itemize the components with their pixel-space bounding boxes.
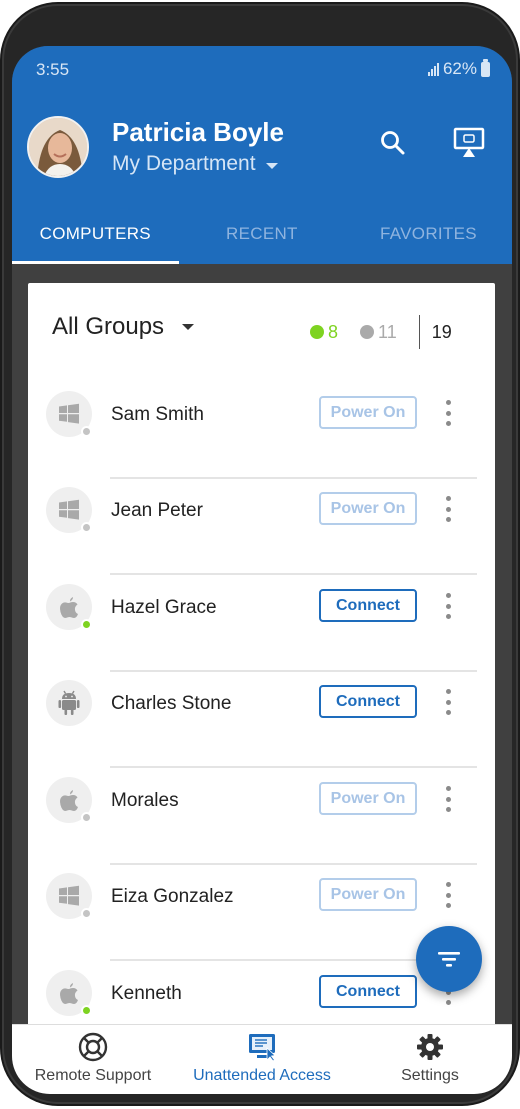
more-options-icon[interactable] [444, 786, 452, 812]
status-dot [81, 908, 92, 919]
computer-name: Morales [111, 790, 179, 811]
battery-icon [481, 58, 490, 77]
online-dot-icon [310, 325, 324, 339]
status-indicators: 62% [427, 58, 490, 79]
search-button[interactable] [378, 128, 408, 158]
tab-recent[interactable]: RECENT [179, 218, 346, 264]
bottom-navigation: Remote Support Unattended Access Setting… [12, 1024, 512, 1094]
avatar[interactable] [27, 116, 89, 178]
battery-percent: 62% [442, 59, 477, 78]
status-dot [81, 619, 92, 630]
computer-row[interactable]: Morales Power On [28, 769, 495, 865]
more-options-icon[interactable] [444, 593, 452, 619]
connect-button[interactable]: Connect [319, 685, 417, 718]
nav-remote-support[interactable]: Remote Support [30, 1031, 156, 1085]
offline-dot-icon [360, 325, 375, 339]
online-count-value: 8 [328, 321, 339, 342]
offline-count-value: 11 [378, 321, 397, 342]
power-on-button[interactable]: Power On [319, 396, 417, 429]
computer-name: Sam Smith [111, 404, 204, 425]
status-counts: 8 11 19 [310, 315, 452, 349]
computer-row[interactable]: Charles Stone Connect [28, 672, 495, 768]
search-icon [381, 131, 405, 155]
user-name: Patricia Boyle [112, 117, 284, 147]
more-options-icon[interactable] [444, 882, 452, 908]
status-dot [81, 426, 92, 437]
status-dot [81, 812, 92, 823]
power-on-button[interactable]: Power On [319, 782, 417, 815]
total-count[interactable]: 19 [432, 322, 452, 343]
offline-count[interactable]: 11 [360, 322, 397, 343]
status-time: 3:55 [36, 60, 70, 79]
monitor-icon [249, 1034, 276, 1062]
computer-name: Kenneth [111, 983, 182, 1004]
status-dot [81, 1005, 92, 1016]
signal-icon [427, 62, 439, 76]
more-options-icon[interactable] [444, 689, 452, 715]
chevron-down-icon [265, 162, 278, 169]
power-on-button[interactable]: Power On [319, 492, 417, 525]
more-options-icon[interactable] [444, 400, 452, 426]
computer-row[interactable]: Sam Smith Power On [28, 383, 495, 479]
lifebuoy-icon [78, 1032, 108, 1062]
group-label: All Groups [52, 313, 165, 340]
divider [110, 766, 477, 768]
computer-name: Eiza Gonzalez [111, 886, 234, 907]
app-screen: 3:55 62% Patricia Boyle My Department CO… [12, 46, 512, 1094]
count-divider [418, 315, 420, 349]
app-header: 3:55 62% Patricia Boyle My Department CO… [12, 46, 512, 264]
connect-button[interactable]: Connect [319, 975, 417, 1008]
chevron-down-icon [182, 324, 195, 330]
divider [110, 573, 477, 575]
filter-icon [438, 952, 460, 967]
screen-share-button[interactable] [452, 126, 486, 160]
power-on-button[interactable]: Power On [319, 878, 417, 911]
gear-icon [417, 1034, 443, 1060]
tab-bar: COMPUTERS RECENT FAVORITES [12, 218, 512, 264]
computer-row[interactable]: Jean Peter Power On [28, 479, 495, 575]
status-dot [81, 522, 92, 533]
nav-settings[interactable]: Settings [380, 1031, 480, 1085]
computer-row[interactable]: Hazel Grace Connect [28, 576, 495, 672]
screen-share-icon [453, 127, 485, 157]
computer-name: Charles Stone [111, 693, 232, 714]
computer-name: Jean Peter [111, 500, 203, 521]
more-options-icon[interactable] [444, 496, 452, 522]
nav-label: Settings [401, 1067, 459, 1084]
android-icon [46, 680, 92, 726]
nav-label: Remote Support [34, 1067, 152, 1084]
phone-frame: 3:55 62% Patricia Boyle My Department CO… [2, 4, 518, 1104]
computer-name: Hazel Grace [111, 597, 217, 618]
department-selector[interactable]: My Department [112, 152, 278, 176]
department-label: My Department [112, 152, 256, 175]
nav-label: Unattended Access [193, 1067, 331, 1084]
nav-unattended-access[interactable]: Unattended Access [188, 1031, 336, 1085]
online-count[interactable]: 8 [310, 322, 338, 343]
tab-favorites[interactable]: FAVORITES [345, 218, 512, 264]
tab-computers[interactable]: COMPUTERS [12, 218, 179, 264]
filter-button[interactable] [416, 926, 482, 992]
group-selector[interactable]: All Groups [52, 313, 195, 341]
connect-button[interactable]: Connect [319, 589, 417, 622]
